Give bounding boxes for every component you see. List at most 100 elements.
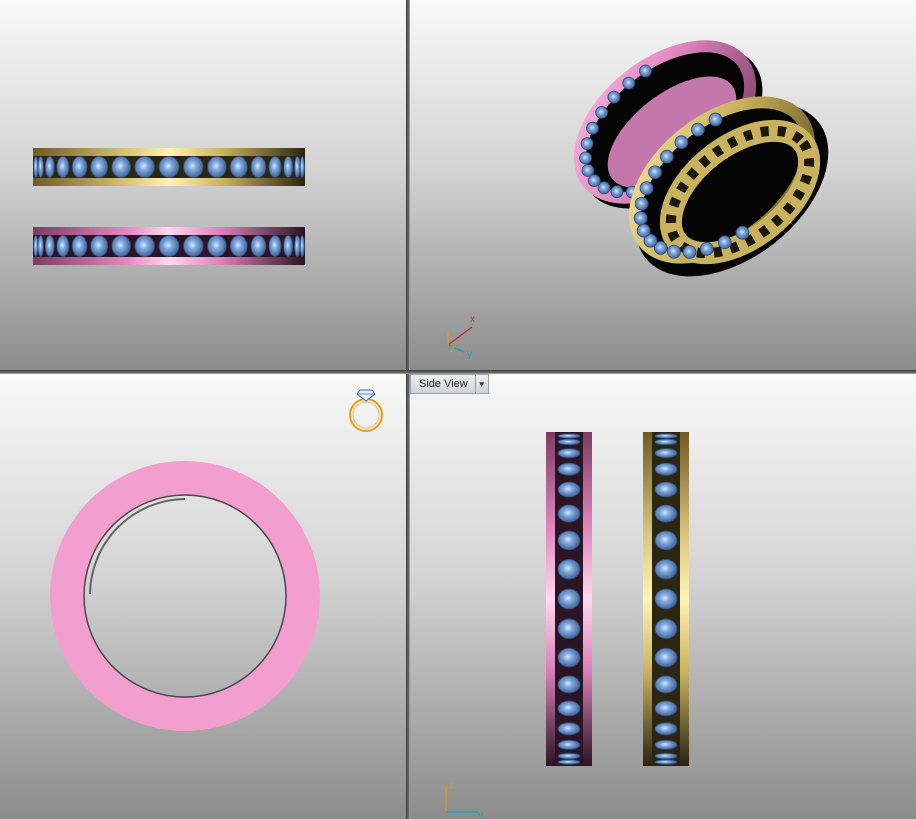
gem [557,448,581,459]
gem [654,759,678,765]
gem [207,235,227,257]
gem [557,739,581,750]
gem [654,558,678,580]
axis-y-label: y [467,349,472,360]
gem [699,241,714,256]
axis-z-label: z [450,344,455,355]
viewport-splitter-horizontal[interactable] [0,370,916,374]
gem [654,530,678,551]
gem [158,235,180,257]
axis-z-label-side: z [449,780,454,791]
gem [654,504,678,523]
viewport-side[interactable]: Side View ▼ z y [410,374,916,819]
gem [654,739,678,750]
gem [595,106,609,119]
gem [557,504,581,523]
gem [557,588,581,610]
gold-ring-front[interactable] [33,148,305,186]
gem [580,137,594,151]
gem [557,481,581,498]
gem [44,235,55,257]
gem [667,244,681,259]
gem [682,245,697,259]
gem [636,223,651,238]
gem [37,235,44,257]
gem [557,700,581,717]
gem [654,433,678,439]
gem [557,530,581,551]
viewport-perspective[interactable]: x y z [410,0,916,370]
gem [33,235,39,257]
gem [690,122,705,137]
front-view-canvas [33,148,305,265]
gem [654,647,678,668]
gem [557,647,581,668]
gold-ring-side[interactable] [643,432,689,766]
gem [654,722,678,736]
gem [134,156,155,178]
gem [622,76,636,90]
gem [654,438,678,446]
rose-ring-top[interactable] [50,461,320,731]
gem [33,156,39,178]
gem [717,235,732,250]
gem [283,235,294,257]
rose-ring-front[interactable] [33,227,305,265]
gem [607,90,621,104]
gem [56,235,70,257]
gem [294,235,301,257]
rose-ring-side[interactable] [546,432,592,766]
gem [158,156,180,178]
top-view-canvas [50,389,383,731]
gem [654,618,678,640]
gem [71,235,88,257]
gem [134,235,155,257]
gem [299,156,305,178]
axis-triad-side: z y [445,780,483,819]
gem [111,235,131,257]
viewport-front[interactable] [0,0,406,370]
gem [557,433,581,439]
gem [557,438,581,446]
gem [250,235,267,257]
gem [294,156,301,178]
axis-triad-perspective: x y z [447,314,475,360]
gem [654,481,678,498]
viewport-top[interactable] [0,374,406,819]
gem [634,196,649,211]
gem [56,156,70,178]
gem [207,156,227,178]
gem [111,156,131,178]
gem [639,64,652,78]
viewport-splitter-vertical[interactable] [406,0,410,819]
axis-x-label: x [470,314,475,325]
gem-row-gold [33,156,305,178]
gem [183,156,204,178]
gem [735,225,750,240]
gem [90,235,109,257]
gem [71,156,88,178]
gem [674,135,689,150]
gem [557,675,581,694]
gem [183,235,204,257]
perspective-view-canvas: x y z [447,40,829,360]
gem [44,156,55,178]
gem [250,156,267,178]
gem [654,462,678,476]
gem [654,675,678,694]
gem [557,722,581,736]
gem [648,165,662,180]
gem [633,211,648,226]
gem [557,752,581,760]
gem [579,151,592,165]
gem [581,164,595,177]
gem [229,156,248,178]
gem [654,588,678,610]
gem [283,156,294,178]
gem [708,112,723,127]
ring-icon[interactable] [349,389,383,432]
gem [654,448,678,459]
gem [654,700,678,717]
gem [557,462,581,476]
gem [557,618,581,640]
